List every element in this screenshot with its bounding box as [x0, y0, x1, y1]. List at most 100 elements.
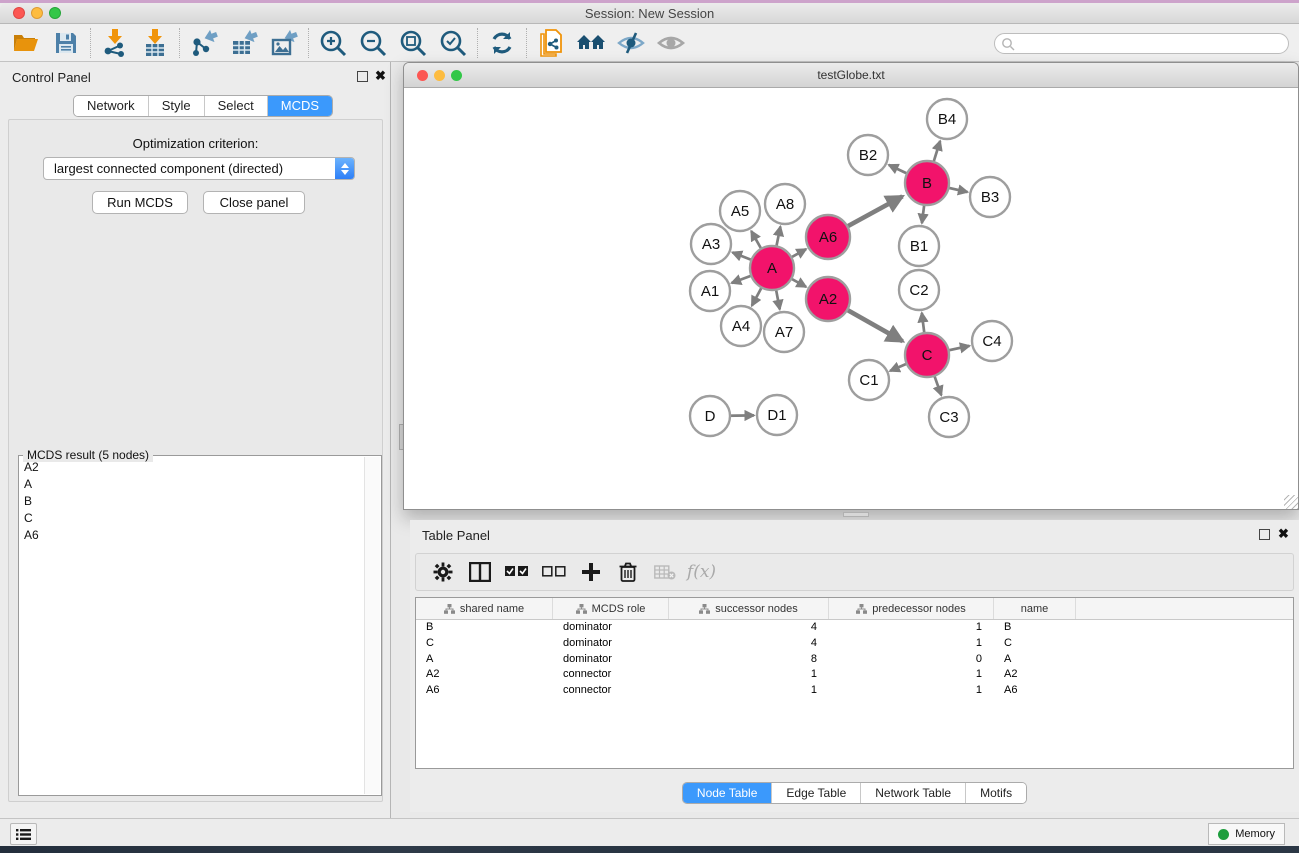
tab-select[interactable]: Select	[205, 96, 268, 116]
column-view-button[interactable]	[461, 556, 498, 588]
table-row[interactable]: A6connector11A6	[416, 683, 1293, 699]
run-mcds-button[interactable]: Run MCDS	[92, 191, 188, 214]
hide-selected-button[interactable]	[611, 26, 651, 60]
graph-node-B3[interactable]: B3	[970, 177, 1010, 217]
table-settings-button[interactable]	[424, 556, 461, 588]
float-panel-icon[interactable]	[357, 71, 368, 82]
table-float-panel-icon[interactable]	[1259, 529, 1270, 540]
zoom-fit-button[interactable]	[393, 26, 433, 60]
table-cell: 0	[829, 652, 994, 668]
zoom-out-button[interactable]	[353, 26, 393, 60]
column-header-shared-name[interactable]: shared name	[416, 598, 553, 619]
graph-node-A8[interactable]: A8	[765, 184, 805, 224]
column-header-predecessor-nodes[interactable]: predecessor nodes	[829, 598, 994, 619]
tab-network[interactable]: Network	[74, 96, 149, 116]
network-maximize-icon[interactable]	[451, 70, 462, 81]
horizontal-splitter-handle[interactable]	[843, 512, 869, 517]
graph-node-D[interactable]: D	[690, 396, 730, 436]
graph-node-B4[interactable]: B4	[927, 99, 967, 139]
refresh-view-button[interactable]	[482, 26, 522, 60]
graph-node-D1[interactable]: D1	[757, 395, 797, 435]
graph-node-A1[interactable]: A1	[690, 271, 730, 311]
tab-style[interactable]: Style	[149, 96, 205, 116]
network-close-icon[interactable]	[417, 70, 428, 81]
table-row[interactable]: Adominator80A	[416, 652, 1293, 668]
graph-node-A7[interactable]: A7	[764, 312, 804, 352]
import-table-button[interactable]	[135, 26, 175, 60]
network-window-titlebar[interactable]: testGlobe.txt	[404, 63, 1298, 88]
table-row[interactable]: A2connector11A2	[416, 667, 1293, 683]
zoom-in-button[interactable]	[313, 26, 353, 60]
deselect-all-checkboxes-button[interactable]	[535, 556, 572, 588]
result-list-item[interactable]: A6	[19, 526, 365, 543]
close-panel-icon[interactable]: ✖	[375, 69, 386, 83]
minimize-window-icon[interactable]	[31, 7, 43, 19]
graph-node-A6[interactable]: A6	[806, 215, 850, 259]
result-list-item[interactable]: A	[19, 475, 365, 492]
import-network-button[interactable]	[95, 26, 135, 60]
optimization-criterion-dropdown[interactable]: largest connected component (directed)	[43, 157, 355, 180]
show-all-button[interactable]	[651, 26, 691, 60]
graph-node-C4[interactable]: C4	[972, 321, 1012, 361]
open-file-button[interactable]	[6, 26, 46, 60]
save-session-button[interactable]	[46, 26, 86, 60]
result-list-item[interactable]: C	[19, 509, 365, 526]
table-row[interactable]: Cdominator41C	[416, 636, 1293, 652]
table-cell	[1076, 620, 1293, 636]
graph-node-label: A1	[701, 283, 719, 300]
graph-node-B2[interactable]: B2	[848, 135, 888, 175]
tab-edge-table[interactable]: Edge Table	[772, 783, 861, 803]
network-window-title: testGlobe.txt	[404, 63, 1298, 88]
zoom-selected-button[interactable]	[433, 26, 473, 60]
graph-node-B[interactable]: B	[905, 161, 949, 205]
show-task-history-button[interactable]	[10, 823, 37, 845]
column-header-mcds-role[interactable]: MCDS role	[553, 598, 669, 619]
export-table-button[interactable]	[224, 26, 264, 60]
network-canvas[interactable]: A A1 A2 A3 A4 A5 A6 A7 A8 B B1 B2 B3B4 C C1 C2 C3C4 D D1	[404, 88, 1298, 509]
maximize-window-icon[interactable]	[49, 7, 61, 19]
task-list-icon	[16, 828, 31, 841]
graph-node-A[interactable]: A	[750, 246, 794, 290]
column-header-name[interactable]: name	[994, 598, 1076, 619]
select-all-checkboxes-button[interactable]	[498, 556, 535, 588]
column-header-successor-nodes[interactable]: successor nodes	[669, 598, 829, 619]
graph-node-A3[interactable]: A3	[691, 224, 731, 264]
table-cell: connector	[553, 667, 669, 683]
table-row[interactable]: Bdominator41B	[416, 620, 1293, 636]
home-first-neighbors-button[interactable]	[571, 26, 611, 60]
graph-node-C3[interactable]: C3	[929, 397, 969, 437]
tab-network-table[interactable]: Network Table	[861, 783, 966, 803]
network-minimize-icon[interactable]	[434, 70, 445, 81]
table-close-panel-icon[interactable]: ✖	[1278, 527, 1289, 541]
export-image-button[interactable]	[264, 26, 304, 60]
result-scrollbar[interactable]	[364, 457, 380, 794]
tab-motifs[interactable]: Motifs	[966, 783, 1026, 803]
network-graph[interactable]: A A1 A2 A3 A4 A5 A6 A7 A8 B B1 B2 B3B4 C C1 C2 C3C4 D D1	[404, 88, 1298, 509]
function-builder-button[interactable]: f(x)	[683, 556, 720, 588]
tab-mcds[interactable]: MCDS	[268, 96, 332, 116]
tab-node-table[interactable]: Node Table	[683, 783, 773, 803]
graph-node-A2[interactable]: A2	[806, 277, 850, 321]
memory-button[interactable]: Memory	[1208, 823, 1285, 845]
add-column-button[interactable]	[572, 556, 609, 588]
graph-node-C[interactable]: C	[905, 333, 949, 377]
mcds-result-list[interactable]: A2ABCA6	[19, 458, 365, 795]
graph-node-C1[interactable]: C1	[849, 360, 889, 400]
close-window-icon[interactable]	[13, 7, 25, 19]
graph-node-label: A8	[776, 196, 794, 213]
export-network-button[interactable]	[184, 26, 224, 60]
delete-column-button[interactable]	[609, 556, 646, 588]
result-list-item[interactable]: B	[19, 492, 365, 509]
graph-node-A5[interactable]: A5	[720, 191, 760, 231]
graph-node-B1[interactable]: B1	[899, 226, 939, 266]
close-panel-button[interactable]: Close panel	[203, 191, 305, 214]
result-list-item[interactable]: A2	[19, 458, 365, 475]
graph-node-C2[interactable]: C2	[899, 270, 939, 310]
unchecked-boxes-icon	[542, 566, 566, 578]
table-cell: A6	[416, 683, 553, 699]
delete-table-button[interactable]	[646, 556, 683, 588]
search-input[interactable]	[994, 33, 1289, 54]
graph-node-A4[interactable]: A4	[721, 306, 761, 346]
window-resize-grip[interactable]	[1284, 495, 1298, 509]
new-network-from-selection-button[interactable]	[531, 26, 571, 60]
